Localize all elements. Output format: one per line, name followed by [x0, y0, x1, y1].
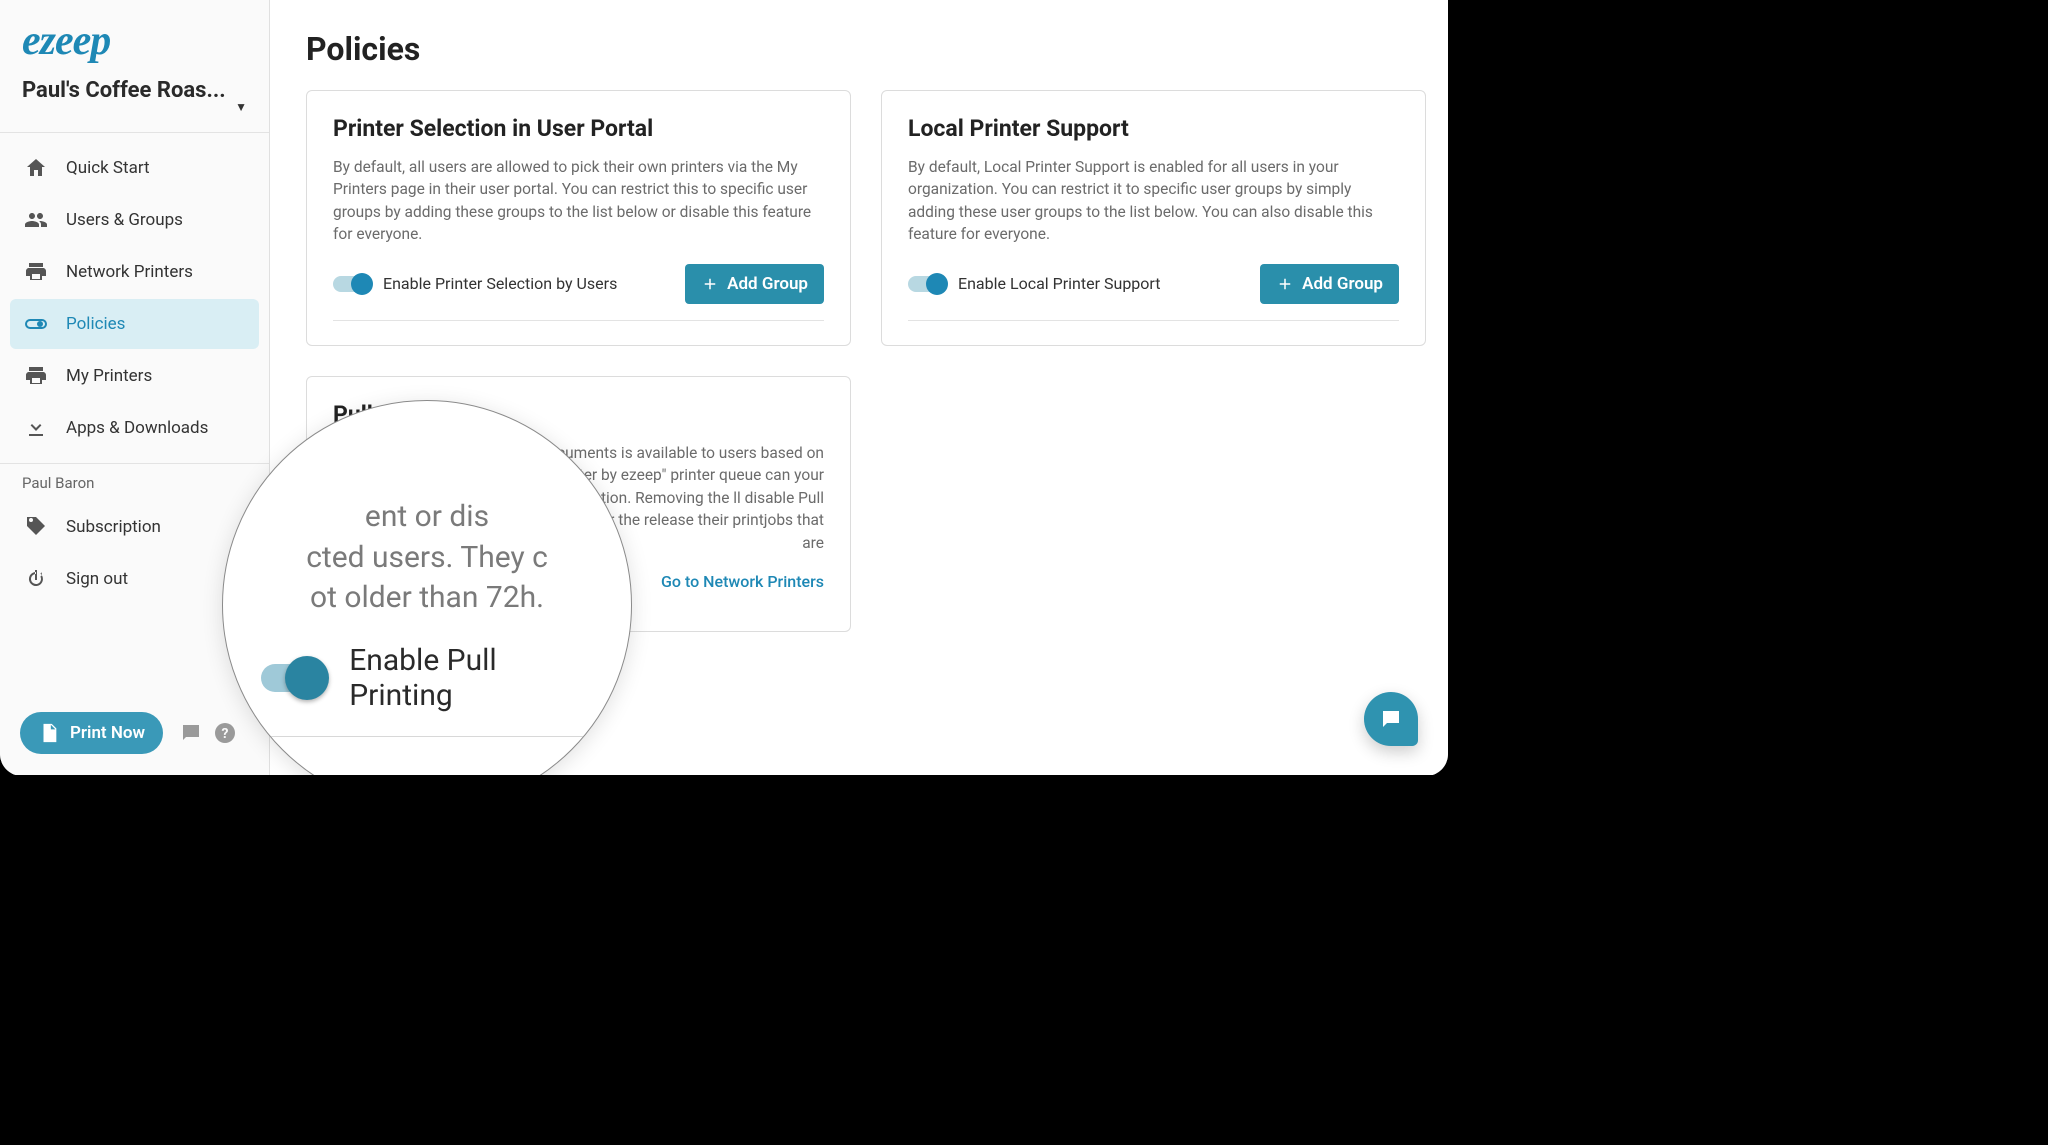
sidebar-item-label: Sign out — [66, 569, 128, 589]
home-icon — [24, 156, 48, 180]
power-icon — [24, 567, 48, 591]
zoom-text-fragment: ent or dis cted users. They c ot older t… — [306, 497, 548, 619]
print-now-label: Print Now — [70, 723, 145, 743]
sidebar-item-label: Users & Groups — [66, 210, 183, 230]
app-window: ezeep Paul's Coffee Roas... ▼ Quick Star… — [0, 0, 1448, 776]
brand-area: ezeep — [0, 0, 269, 68]
toggle-group: Enable Local Printer Support — [908, 274, 1160, 293]
download-icon — [24, 416, 48, 440]
chat-button[interactable] — [1364, 692, 1418, 746]
add-group-button[interactable]: Add Group — [1260, 264, 1399, 304]
letterbox — [0, 775, 1448, 810]
printer-icon — [24, 260, 48, 284]
sidebar-item-label: Apps & Downloads — [66, 418, 208, 438]
button-label: Add Group — [727, 274, 808, 294]
sidebar-item-users[interactable]: Users & Groups — [10, 195, 259, 245]
sidebar-item-label: Subscription — [66, 517, 161, 537]
sidebar-item-network-printers[interactable]: Network Printers — [10, 247, 259, 297]
divider — [223, 736, 631, 737]
button-label: Add Group — [1302, 274, 1383, 294]
toggle-local-printer[interactable] — [908, 276, 944, 292]
card-action-row: Enable Local Printer Support Add Group — [908, 264, 1399, 321]
sidebar-bottom: Print Now ? — [0, 694, 269, 776]
card-description: By default, Local Printer Support is ena… — [908, 156, 1399, 246]
toggle-label: Enable Local Printer Support — [958, 274, 1160, 293]
sidebar-item-label: Policies — [66, 314, 125, 334]
org-name: Paul's Coffee Roas... — [22, 78, 226, 103]
card-description: By default, all users are allowed to pic… — [333, 156, 824, 246]
sidebar-item-label: Quick Start — [66, 158, 150, 178]
sidebar-nav: Quick Start Users & Groups Network Print… — [0, 133, 269, 463]
add-group-button[interactable]: Add Group — [685, 264, 824, 304]
printer-icon — [24, 364, 48, 388]
sidebar-item-policies[interactable]: Policies — [10, 299, 259, 349]
help-icon[interactable]: ? — [213, 721, 237, 745]
card-title: Printer Selection in User Portal — [333, 115, 824, 142]
card-local-printer: Local Printer Support By default, Local … — [881, 90, 1426, 346]
card-title: Local Printer Support — [908, 115, 1399, 142]
goto-network-printers-link[interactable]: Go to Network Printers — [661, 572, 824, 591]
svg-text:?: ? — [222, 726, 229, 742]
brand-logo: ezeep — [22, 20, 247, 62]
sidebar-item-apps[interactable]: Apps & Downloads — [10, 403, 259, 453]
toggle-pull-printing[interactable] — [261, 664, 323, 692]
org-switcher[interactable]: Paul's Coffee Roas... ▼ — [0, 68, 269, 132]
toggle-icon — [24, 312, 48, 336]
toggle-label: Enable Printer Selection by Users — [383, 274, 617, 293]
toggle-label: Enable Pull Printing — [349, 643, 593, 713]
document-icon — [38, 722, 60, 744]
chevron-down-icon: ▼ — [235, 100, 247, 114]
toggle-printer-selection[interactable] — [333, 276, 369, 292]
users-icon — [24, 208, 48, 232]
card-action-row: Enable Printer Selection by Users Add Gr… — [333, 264, 824, 321]
sidebar-item-subscription[interactable]: Subscription — [10, 502, 259, 552]
sidebar-item-label: Network Printers — [66, 262, 193, 282]
plus-icon — [1276, 275, 1294, 293]
tag-icon — [24, 515, 48, 539]
plus-icon — [701, 275, 719, 293]
zoom-toggle-row: Enable Pull Printing — [261, 643, 593, 713]
feedback-icon[interactable] — [179, 721, 203, 745]
sidebar-item-label: My Printers — [66, 366, 152, 386]
sidebar-item-quickstart[interactable]: Quick Start — [10, 143, 259, 193]
chat-icon — [1379, 707, 1403, 731]
bottom-icons: ? — [179, 721, 237, 745]
user-name-label: Paul Baron — [0, 464, 269, 498]
toggle-group: Enable Printer Selection by Users — [333, 274, 617, 293]
card-printer-selection: Printer Selection in User Portal By defa… — [306, 90, 851, 346]
sidebar-item-my-printers[interactable]: My Printers — [10, 351, 259, 401]
page-title: Policies — [306, 30, 1412, 68]
print-now-button[interactable]: Print Now — [20, 712, 163, 754]
